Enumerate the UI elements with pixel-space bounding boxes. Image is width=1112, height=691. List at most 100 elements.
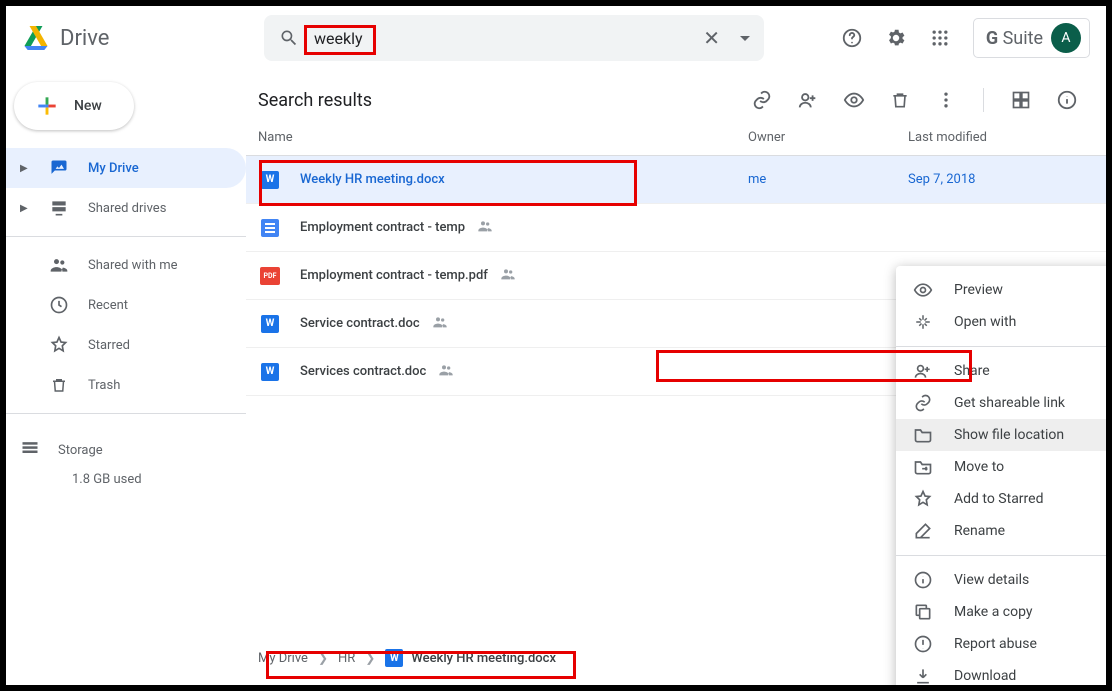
menu-item-label: View details	[954, 572, 1029, 588]
app-title: Drive	[60, 26, 109, 51]
preview-icon[interactable]	[843, 89, 865, 111]
gsuite-label: G G SuiteSuite	[986, 28, 1043, 49]
delete-icon[interactable]	[889, 89, 911, 111]
chevron-right-icon: ❯	[365, 651, 375, 665]
file-name: Employment contract - temp	[300, 218, 748, 238]
people-icon	[48, 255, 70, 275]
sidebar-item-label: Trash	[88, 378, 120, 393]
menu-item-make-a-copy[interactable]: Make a copy	[896, 596, 1106, 628]
menu-item-get-shareable-link[interactable]: Get shareable link	[896, 387, 1106, 419]
file-name: Weekly HR meeting.docx	[300, 172, 748, 187]
menu-item-label: Open with	[954, 314, 1016, 330]
menu-item-label: Preview	[954, 282, 1003, 298]
trash-icon	[48, 376, 70, 394]
word-doc-icon: W	[385, 649, 403, 667]
menu-item-label: Move to	[954, 459, 1004, 475]
sidebar-storage[interactable]: Storage 1.8 GB used	[6, 422, 246, 497]
sidebar-item-label: Shared with me	[88, 258, 178, 273]
shared-icon	[500, 266, 516, 282]
search-input[interactable]	[314, 29, 689, 48]
menu-item-move-to[interactable]: Move to	[896, 451, 1106, 483]
menu-item-label: Show file location	[954, 427, 1064, 443]
main: Search results Name Owner Last modified …	[246, 70, 1106, 685]
new-button-label: New	[74, 98, 102, 114]
more-icon[interactable]	[935, 89, 957, 111]
star-icon	[48, 335, 70, 355]
menu-item-label: Rename	[954, 523, 1005, 539]
menu-item-label: Report abuse	[954, 636, 1037, 652]
settings-icon[interactable]	[885, 27, 907, 49]
search-options-dropdown[interactable]	[740, 36, 750, 41]
breadcrumb-file[interactable]: W Weekly HR meeting.docx	[385, 649, 556, 667]
menu-item-rename[interactable]: Rename	[896, 515, 1106, 547]
menu-item-view-details[interactable]: View details	[896, 564, 1106, 596]
shared-icon	[477, 218, 493, 234]
search-clear-icon[interactable]: ✕	[703, 26, 720, 50]
sidebar-item-recent[interactable]: Recent	[6, 285, 246, 325]
col-modified[interactable]: Last modified	[908, 130, 1106, 145]
menu-item-report-abuse[interactable]: Report abuse	[896, 628, 1106, 660]
sidebar-item-trash[interactable]: Trash	[6, 365, 246, 405]
menu-item-show-file-location[interactable]: Show file location	[896, 419, 1106, 451]
table-row[interactable]: Employment contract - temp	[246, 204, 1106, 252]
menu-item-label: Share	[954, 363, 990, 379]
table-row[interactable]: WWeekly HR meeting.docxmeSep 7, 2018	[246, 156, 1106, 204]
share-icon[interactable]	[797, 89, 819, 111]
link-icon	[912, 393, 934, 413]
header: Drive ✕ G G SuiteSuite A	[6, 6, 1106, 70]
eye-icon	[912, 280, 934, 300]
menu-item-open-with[interactable]: Open with❯	[896, 306, 1106, 338]
clock-icon	[48, 295, 70, 315]
breadcrumb-root[interactable]: My Drive	[258, 651, 308, 666]
logo-block[interactable]: Drive	[22, 26, 240, 51]
plus-icon	[34, 93, 60, 119]
star-icon	[912, 489, 934, 509]
alert-icon	[912, 634, 934, 654]
avatar[interactable]: A	[1051, 23, 1081, 53]
shared-icon	[438, 362, 454, 378]
menu-item-share[interactable]: Share	[896, 355, 1106, 387]
chevron-right-icon: ❯	[318, 651, 328, 665]
sidebar-item-my-drive[interactable]: ▶ My Drive	[6, 148, 246, 188]
file-owner: me	[748, 172, 908, 187]
move-icon	[912, 457, 934, 477]
drive-logo-icon	[22, 26, 50, 50]
sidebar-item-label: Shared drives	[88, 201, 166, 216]
storage-used: 1.8 GB used	[20, 472, 232, 487]
menu-item-preview[interactable]: Preview	[896, 274, 1106, 306]
storage-icon	[20, 438, 40, 462]
sidebar-item-label: Starred	[88, 338, 130, 353]
col-owner[interactable]: Owner	[748, 130, 908, 145]
rename-icon	[912, 521, 934, 541]
link-icon[interactable]	[751, 89, 773, 111]
menu-item-download[interactable]: Download	[896, 660, 1106, 685]
grid-view-icon[interactable]	[1010, 89, 1032, 111]
shared-drives-icon	[48, 198, 70, 218]
context-menu: Preview Open with❯ Share Get shareable link…	[896, 266, 1106, 685]
file-name: Employment contract - temp.pdf	[300, 266, 748, 286]
menu-item-add-to-starred[interactable]: Add to Starred	[896, 483, 1106, 515]
info-icon[interactable]	[1056, 89, 1078, 111]
sidebar-item-starred[interactable]: Starred	[6, 325, 246, 365]
sidebar-item-shared-drives[interactable]: ▶ Shared drives	[6, 188, 246, 228]
search-icon[interactable]	[278, 27, 300, 49]
new-button[interactable]: New	[14, 82, 134, 130]
gdoc-icon	[261, 219, 279, 237]
word-doc-icon: W	[261, 171, 279, 189]
folder-icon	[912, 425, 934, 445]
menu-item-label: Make a copy	[954, 604, 1033, 620]
results-title: Search results	[258, 90, 372, 111]
search-bar[interactable]: ✕	[264, 15, 764, 61]
info-icon	[912, 570, 934, 590]
gsuite-badge[interactable]: G G SuiteSuite A	[973, 18, 1090, 58]
menu-item-label: Get shareable link	[954, 395, 1065, 411]
help-icon[interactable]	[841, 27, 863, 49]
header-icons: G G SuiteSuite A	[841, 18, 1090, 58]
breadcrumb-folder[interactable]: HR	[338, 651, 355, 666]
apps-grid-icon[interactable]	[929, 27, 951, 49]
file-name: Services contract.doc	[300, 362, 748, 382]
storage-label: Storage	[58, 443, 103, 458]
copy-icon	[912, 602, 934, 622]
sidebar-item-shared-with-me[interactable]: Shared with me	[6, 245, 246, 285]
col-name[interactable]: Name	[258, 130, 748, 145]
